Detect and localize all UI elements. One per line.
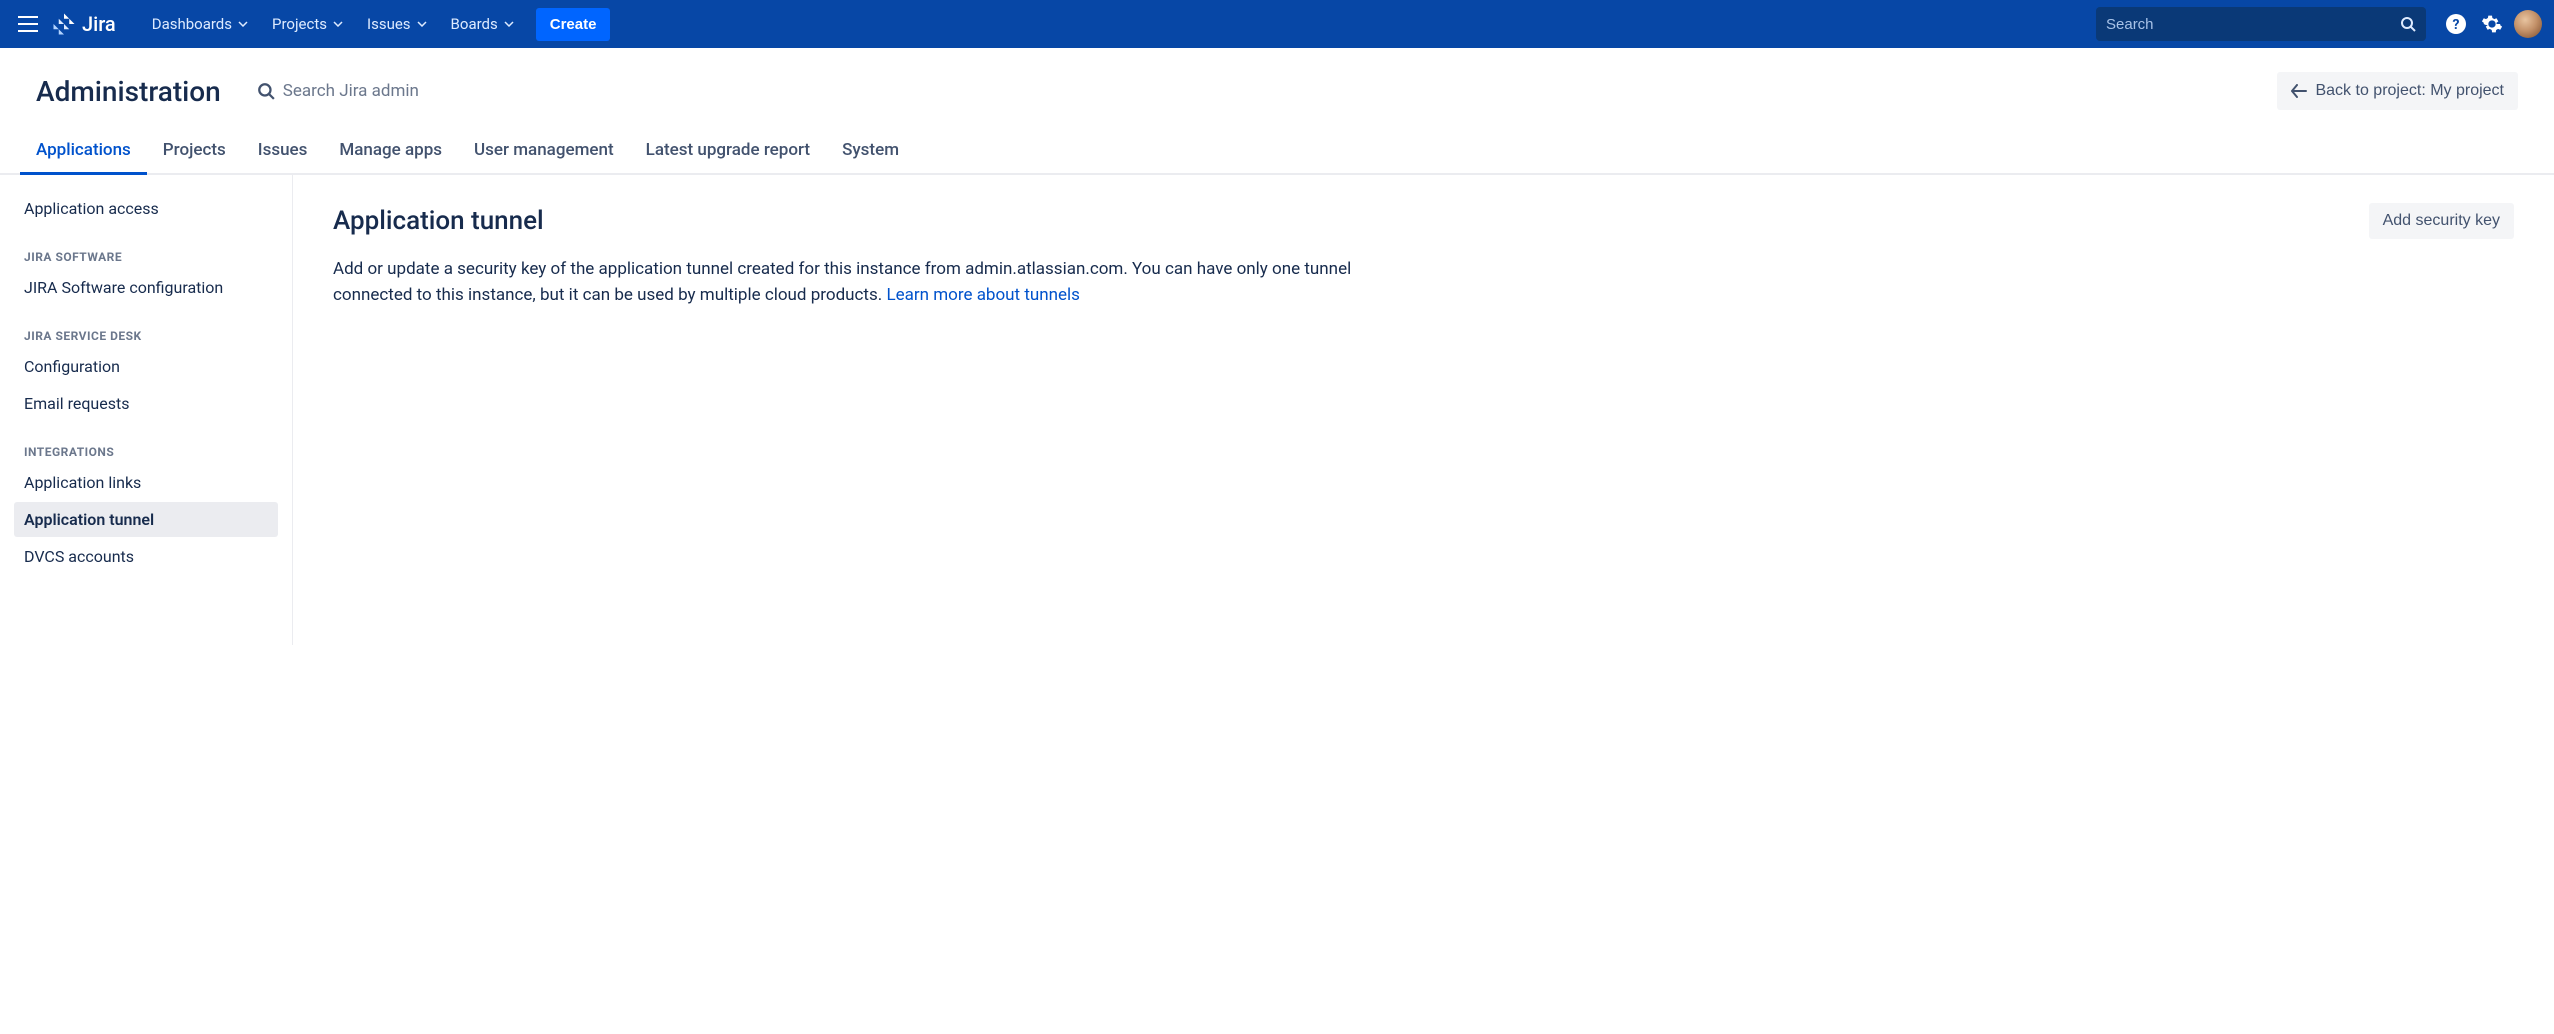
help-icon: ? bbox=[2445, 13, 2467, 35]
content-description: Add or update a security key of the appl… bbox=[333, 257, 1433, 308]
chevron-down-icon bbox=[417, 21, 427, 27]
chevron-down-icon bbox=[504, 21, 514, 27]
tab-projects[interactable]: Projects bbox=[147, 130, 242, 175]
nav-projects[interactable]: Projects bbox=[260, 0, 355, 48]
nav-label: Boards bbox=[451, 15, 498, 33]
chevron-down-icon bbox=[333, 21, 343, 27]
menu-icon bbox=[18, 16, 38, 32]
sidebar-item-email-requests[interactable]: Email requests bbox=[14, 386, 278, 421]
sidebar-heading-jira-service-desk: JIRA SERVICE DESK bbox=[14, 307, 278, 349]
sidebar-item-application-tunnel[interactable]: Application tunnel bbox=[14, 502, 278, 537]
page-title: Administration bbox=[36, 75, 221, 108]
search-icon bbox=[257, 82, 275, 100]
svg-text:?: ? bbox=[2453, 17, 2460, 33]
jira-logo-icon bbox=[52, 12, 76, 36]
admin-header: Administration Search Jira admin Back to… bbox=[0, 48, 2554, 130]
tab-applications[interactable]: Applications bbox=[20, 130, 147, 175]
help-button[interactable]: ? bbox=[2438, 6, 2474, 42]
learn-more-link[interactable]: Learn more about tunnels bbox=[886, 285, 1080, 305]
tab-manage-apps[interactable]: Manage apps bbox=[323, 130, 458, 175]
tab-system[interactable]: System bbox=[826, 130, 915, 175]
add-security-key-button[interactable]: Add security key bbox=[2369, 203, 2514, 239]
tab-issues[interactable]: Issues bbox=[242, 130, 324, 175]
nav-label: Projects bbox=[272, 15, 327, 33]
arrow-left-icon bbox=[2291, 84, 2307, 98]
admin-tabs: Applications Projects Issues Manage apps… bbox=[0, 130, 2554, 175]
content-area: Application tunnel Add security key Add … bbox=[293, 175, 2554, 645]
nav-label: Dashboards bbox=[152, 15, 232, 33]
back-button-label: Back to project: My project bbox=[2315, 82, 2504, 100]
chevron-down-icon bbox=[238, 21, 248, 27]
sidebar-item-application-access[interactable]: Application access bbox=[14, 191, 278, 226]
sidebar-item-configuration[interactable]: Configuration bbox=[14, 349, 278, 384]
top-nav: Jira Dashboards Projects Issues Boards C… bbox=[0, 0, 2554, 48]
admin-body: Application access JIRA SOFTWARE JIRA So… bbox=[0, 175, 2554, 645]
jira-logo[interactable]: Jira bbox=[52, 12, 116, 36]
content-description-text: Add or update a security key of the appl… bbox=[333, 259, 1351, 305]
profile-avatar[interactable] bbox=[2514, 10, 2542, 38]
search-icon bbox=[2400, 16, 2416, 32]
content-title: Application tunnel bbox=[333, 206, 544, 236]
sidebar-item-application-links[interactable]: Application links bbox=[14, 465, 278, 500]
admin-search[interactable]: Search Jira admin bbox=[257, 81, 419, 101]
nav-dashboards[interactable]: Dashboards bbox=[140, 0, 260, 48]
admin-search-placeholder: Search Jira admin bbox=[283, 81, 419, 101]
content-header: Application tunnel Add security key bbox=[333, 203, 2514, 239]
sidebar-item-dvcs-accounts[interactable]: DVCS accounts bbox=[14, 539, 278, 574]
global-search[interactable] bbox=[2096, 7, 2426, 41]
settings-button[interactable] bbox=[2474, 6, 2510, 42]
jira-logo-text: Jira bbox=[82, 12, 116, 36]
nav-issues[interactable]: Issues bbox=[355, 0, 439, 48]
global-search-input[interactable] bbox=[2106, 16, 2400, 33]
sidebar-heading-integrations: INTEGRATIONS bbox=[14, 423, 278, 465]
primary-nav: Dashboards Projects Issues Boards Create bbox=[140, 0, 611, 48]
app-switcher-button[interactable] bbox=[12, 8, 44, 40]
tab-latest-upgrade-report[interactable]: Latest upgrade report bbox=[630, 130, 826, 175]
back-to-project-button[interactable]: Back to project: My project bbox=[2277, 72, 2518, 110]
tab-user-management[interactable]: User management bbox=[458, 130, 630, 175]
nav-boards[interactable]: Boards bbox=[439, 0, 526, 48]
sidebar-heading-jira-software: JIRA SOFTWARE bbox=[14, 228, 278, 270]
sidebar-item-jira-software-configuration[interactable]: JIRA Software configuration bbox=[14, 270, 278, 305]
create-button[interactable]: Create bbox=[536, 8, 611, 41]
gear-icon bbox=[2481, 13, 2503, 35]
nav-label: Issues bbox=[367, 15, 411, 33]
sidebar: Application access JIRA SOFTWARE JIRA So… bbox=[0, 175, 293, 645]
